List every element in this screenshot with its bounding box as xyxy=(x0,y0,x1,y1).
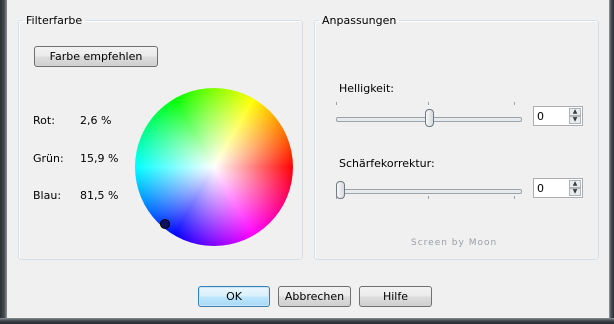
spin-down-icon[interactable]: ▼ xyxy=(569,188,581,196)
blue-label: Blau: xyxy=(33,189,62,202)
brightness-slider[interactable] xyxy=(336,102,522,132)
watermark-text: Screen by Moon xyxy=(411,238,498,248)
sharpness-value[interactable]: 0 xyxy=(537,182,544,195)
slider-tick xyxy=(428,102,429,105)
sharpness-spinbox[interactable]: 0 ▲ ▼ xyxy=(533,178,583,198)
suggest-color-button-label: Farbe empfehlen xyxy=(49,50,143,63)
red-label: Rot: xyxy=(33,114,55,127)
adjustments-group-title: Anpassungen xyxy=(322,14,397,27)
window-right-edge xyxy=(609,0,614,324)
brightness-label: Helligkeit: xyxy=(339,82,395,95)
brightness-value[interactable]: 0 xyxy=(537,110,544,123)
green-label: Grün: xyxy=(33,152,64,165)
sharpness-slider-track xyxy=(336,189,522,194)
slider-tick xyxy=(336,102,337,105)
sharpness-slider[interactable] xyxy=(336,180,522,204)
brightness-spinbox[interactable]: 0 ▲ ▼ xyxy=(533,106,583,126)
ok-button-label: OK xyxy=(226,290,242,303)
color-wheel-marker[interactable] xyxy=(160,219,170,229)
slider-tick xyxy=(514,102,515,105)
sharpness-slider-thumb[interactable] xyxy=(336,181,345,199)
spin-down-icon[interactable]: ▼ xyxy=(569,116,581,124)
spin-up-icon[interactable]: ▲ xyxy=(569,180,581,188)
cancel-button-label: Abbrechen xyxy=(284,290,345,303)
ok-button[interactable]: OK xyxy=(198,286,270,307)
green-value: 15,9 % xyxy=(80,152,119,165)
brightness-slider-thumb[interactable] xyxy=(425,109,434,127)
blue-value: 81,5 % xyxy=(80,189,119,202)
slider-tick xyxy=(428,196,429,199)
help-button-label: Hilfe xyxy=(382,290,409,303)
red-value: 2,6 % xyxy=(80,114,112,127)
suggest-color-button[interactable]: Farbe empfehlen xyxy=(34,46,158,67)
spin-up-icon[interactable]: ▲ xyxy=(569,108,581,116)
window-left-edge xyxy=(0,0,7,324)
help-button[interactable]: Hilfe xyxy=(359,286,432,307)
slider-tick xyxy=(514,196,515,199)
adjustments-group: Anpassungen xyxy=(314,14,599,260)
window-bottom-edge xyxy=(0,318,614,324)
cancel-button[interactable]: Abbrechen xyxy=(278,286,351,307)
sharpness-label: Schärfekorrektur: xyxy=(339,157,435,170)
color-wheel[interactable] xyxy=(135,88,293,246)
filter-color-group-title: Filterfarbe xyxy=(26,14,83,27)
